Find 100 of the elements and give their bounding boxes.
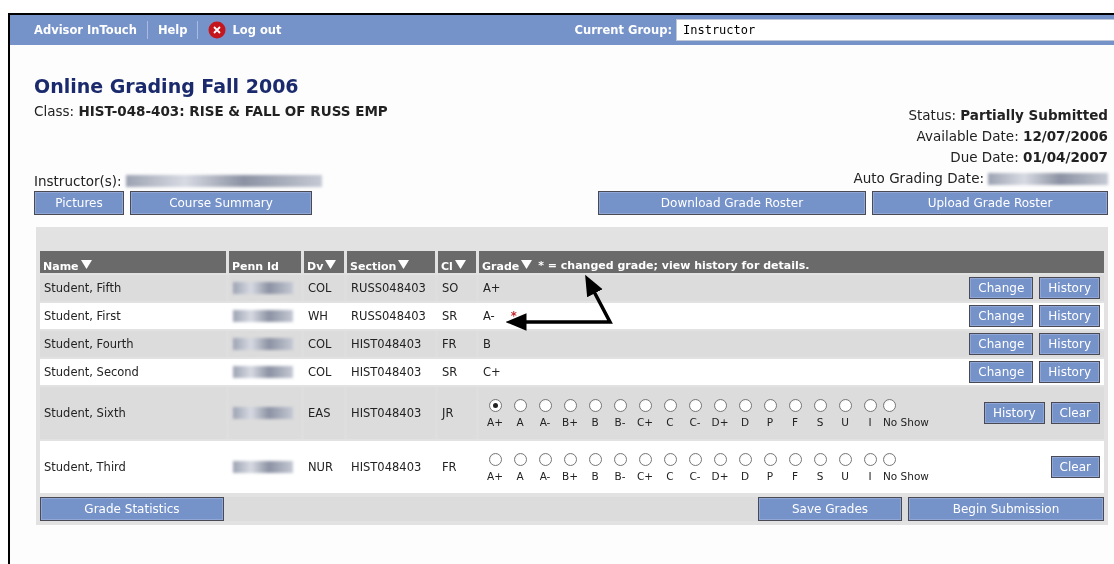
grade-radio[interactable]	[613, 452, 627, 466]
grade-radio[interactable]	[813, 398, 827, 412]
nav-link[interactable]: Help	[147, 23, 198, 37]
footer-button[interactable]: Save Grades	[758, 497, 902, 521]
grade-radio[interactable]	[788, 452, 802, 466]
info-text: Available Date: 12/07/2006	[916, 127, 1108, 146]
grade-radio[interactable]	[763, 398, 777, 412]
grade-radio[interactable]	[538, 452, 552, 466]
page-title: Online Grading Fall 2006	[34, 74, 300, 97]
column-header[interactable]: Grade * = changed grade; view history for details.	[479, 251, 1104, 273]
grade-option-label: B+	[562, 469, 578, 482]
row-action-button[interactable]: Change	[969, 277, 1034, 299]
sort-arrow-icon[interactable]	[80, 260, 92, 269]
grade-option-label: No Show	[883, 469, 929, 482]
nav-link[interactable]: Advisor InTouch	[34, 23, 147, 37]
grade-option-label: F	[791, 415, 798, 428]
grade-radio[interactable]	[713, 452, 727, 466]
close-icon	[208, 21, 227, 39]
grade-radio[interactable]	[588, 398, 602, 412]
grade-radio[interactable]	[638, 398, 652, 412]
grade-note: * = changed grade; view history for details.	[538, 259, 810, 273]
grade-option-label: P	[766, 415, 774, 428]
grade-text: A-	[483, 309, 495, 323]
grade-radio[interactable]	[488, 398, 502, 412]
row-action-button[interactable]: Change	[969, 361, 1034, 383]
grade-option-label: B-	[614, 469, 626, 482]
grade-radio[interactable]	[838, 398, 852, 412]
grade-text: C+	[483, 365, 501, 379]
logout-link[interactable]: Log out	[198, 21, 292, 39]
grade-radio[interactable]	[563, 452, 577, 466]
grade-radio[interactable]	[588, 452, 602, 466]
grade-radio[interactable]	[688, 398, 702, 412]
blurred-id	[233, 310, 293, 322]
column-header[interactable]: Section	[347, 251, 435, 273]
grade-radio[interactable]	[863, 398, 877, 412]
grade-radio[interactable]	[763, 452, 777, 466]
row-action-button[interactable]: Clear	[1050, 402, 1100, 424]
grade-radio[interactable]	[863, 452, 877, 466]
grade-option-label: C+	[636, 469, 654, 482]
grade-option-label: D+	[711, 469, 729, 482]
row-action-button[interactable]: Change	[969, 333, 1034, 355]
sort-arrow-icon[interactable]	[521, 260, 533, 269]
toolbar-button[interactable]: Pictures	[34, 191, 124, 215]
group-label: Current Group:	[574, 23, 672, 37]
sort-arrow-icon[interactable]	[454, 260, 466, 269]
row-action-button[interactable]: History	[1039, 361, 1100, 383]
row-action-button[interactable]: Clear	[1050, 456, 1100, 478]
row-action-button[interactable]: History	[1039, 333, 1100, 355]
grade-radio[interactable]	[663, 398, 677, 412]
grade-option-label: A+	[487, 469, 503, 482]
column-header[interactable]: Dv	[304, 251, 344, 273]
grade-radio[interactable]	[883, 398, 896, 412]
column-header[interactable]: Penn Id	[229, 251, 301, 273]
info-text: Status: Partially Submitted	[908, 106, 1108, 125]
blurred-id	[233, 338, 293, 350]
sort-arrow-icon[interactable]	[398, 260, 410, 269]
grade-statistics-button[interactable]: Grade Statistics	[40, 497, 224, 521]
instructor-label: Instructor(s):	[34, 173, 122, 189]
grade-radio[interactable]	[513, 398, 527, 412]
grade-text: B	[483, 337, 491, 351]
toolbar-button[interactable]: Download Grade Roster	[598, 191, 866, 215]
grade-radio[interactable]	[738, 398, 752, 412]
grade-radio[interactable]	[613, 398, 627, 412]
grade-radio[interactable]	[738, 452, 752, 466]
column-header[interactable]: Name	[40, 251, 226, 273]
sort-arrow-icon[interactable]	[325, 260, 337, 269]
toolbar-button[interactable]: Upload Grade Roster	[872, 191, 1108, 215]
row-action-button[interactable]: History	[1039, 277, 1100, 299]
blurred-id	[233, 461, 293, 473]
grade-radio[interactable]	[638, 452, 652, 466]
grade-radio[interactable]	[663, 452, 677, 466]
row-action-button[interactable]: Change	[969, 305, 1034, 327]
grade-option-label: No Show	[883, 415, 929, 428]
grade-option-label: P	[766, 469, 774, 482]
column-header[interactable]: Cl	[438, 251, 476, 273]
grade-radio[interactable]	[883, 452, 896, 466]
grade-option-label: I	[868, 415, 872, 428]
grade-radio[interactable]	[688, 452, 702, 466]
grade-radio[interactable]	[563, 398, 577, 412]
grade-option-label: D+	[711, 415, 729, 428]
info-text: Due Date: 01/04/2007	[950, 148, 1108, 167]
grade-radio[interactable]	[813, 452, 827, 466]
grade-radio[interactable]	[488, 452, 502, 466]
toolbar-button[interactable]: Course Summary	[130, 191, 312, 215]
row-action-button[interactable]: History	[1039, 305, 1100, 327]
grade-option-label: F	[791, 469, 798, 482]
grade-radio[interactable]	[513, 452, 527, 466]
grade-radio[interactable]	[838, 452, 852, 466]
group-field[interactable]: Instructor	[676, 19, 1114, 41]
grade-radio[interactable]	[538, 398, 552, 412]
grade-option-label: C-	[689, 469, 701, 482]
grade-option-label: A	[516, 469, 524, 482]
footer-button[interactable]: Begin Submission	[908, 497, 1104, 521]
grade-option-label: S	[816, 415, 824, 428]
grade-option-label: B	[591, 469, 599, 482]
grade-radio[interactable]	[788, 398, 802, 412]
grade-option-label: C+	[636, 415, 654, 428]
grade-option-label: B-	[614, 415, 626, 428]
row-action-button[interactable]: History	[983, 402, 1045, 424]
grade-radio[interactable]	[713, 398, 727, 412]
